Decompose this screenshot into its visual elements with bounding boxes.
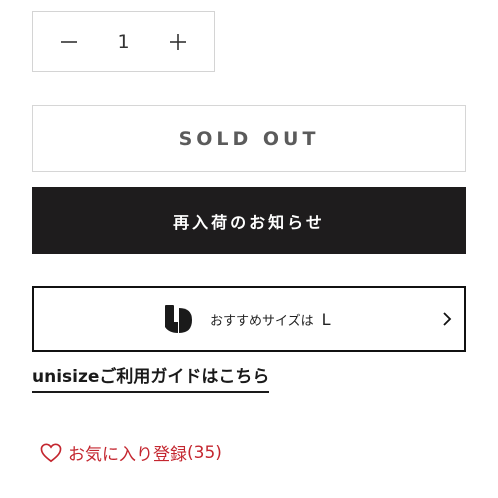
plus-icon (170, 33, 186, 50)
favorite-button[interactable]: お気に入り登録 (35) (40, 440, 222, 465)
favorite-count: (35) (187, 442, 222, 463)
chevron-right-icon (443, 312, 452, 326)
unisize-guide-link[interactable]: unisizeご利用ガイドはこちら (32, 366, 270, 393)
quantity-stepper[interactable]: 1 (32, 11, 215, 72)
minus-icon (61, 40, 77, 43)
unisize-size-value: L (321, 309, 331, 329)
quantity-decrease-button[interactable] (39, 12, 99, 71)
quantity-value[interactable]: 1 (93, 12, 154, 71)
sold-out-button: SOLD OUT (32, 105, 466, 172)
quantity-increase-button[interactable] (148, 12, 208, 71)
unisize-recommend-button[interactable]: おすすめサイズは L (32, 286, 466, 352)
favorite-label: お気に入り登録 (68, 445, 187, 465)
unisize-recommend-text: おすすめサイズは L (210, 288, 331, 350)
restock-notify-button[interactable]: 再入荷のお知らせ (32, 187, 466, 254)
heart-icon (40, 443, 62, 462)
unisize-recommend-label: おすすめサイズは (210, 313, 314, 329)
unisize-logo-icon (165, 305, 192, 333)
